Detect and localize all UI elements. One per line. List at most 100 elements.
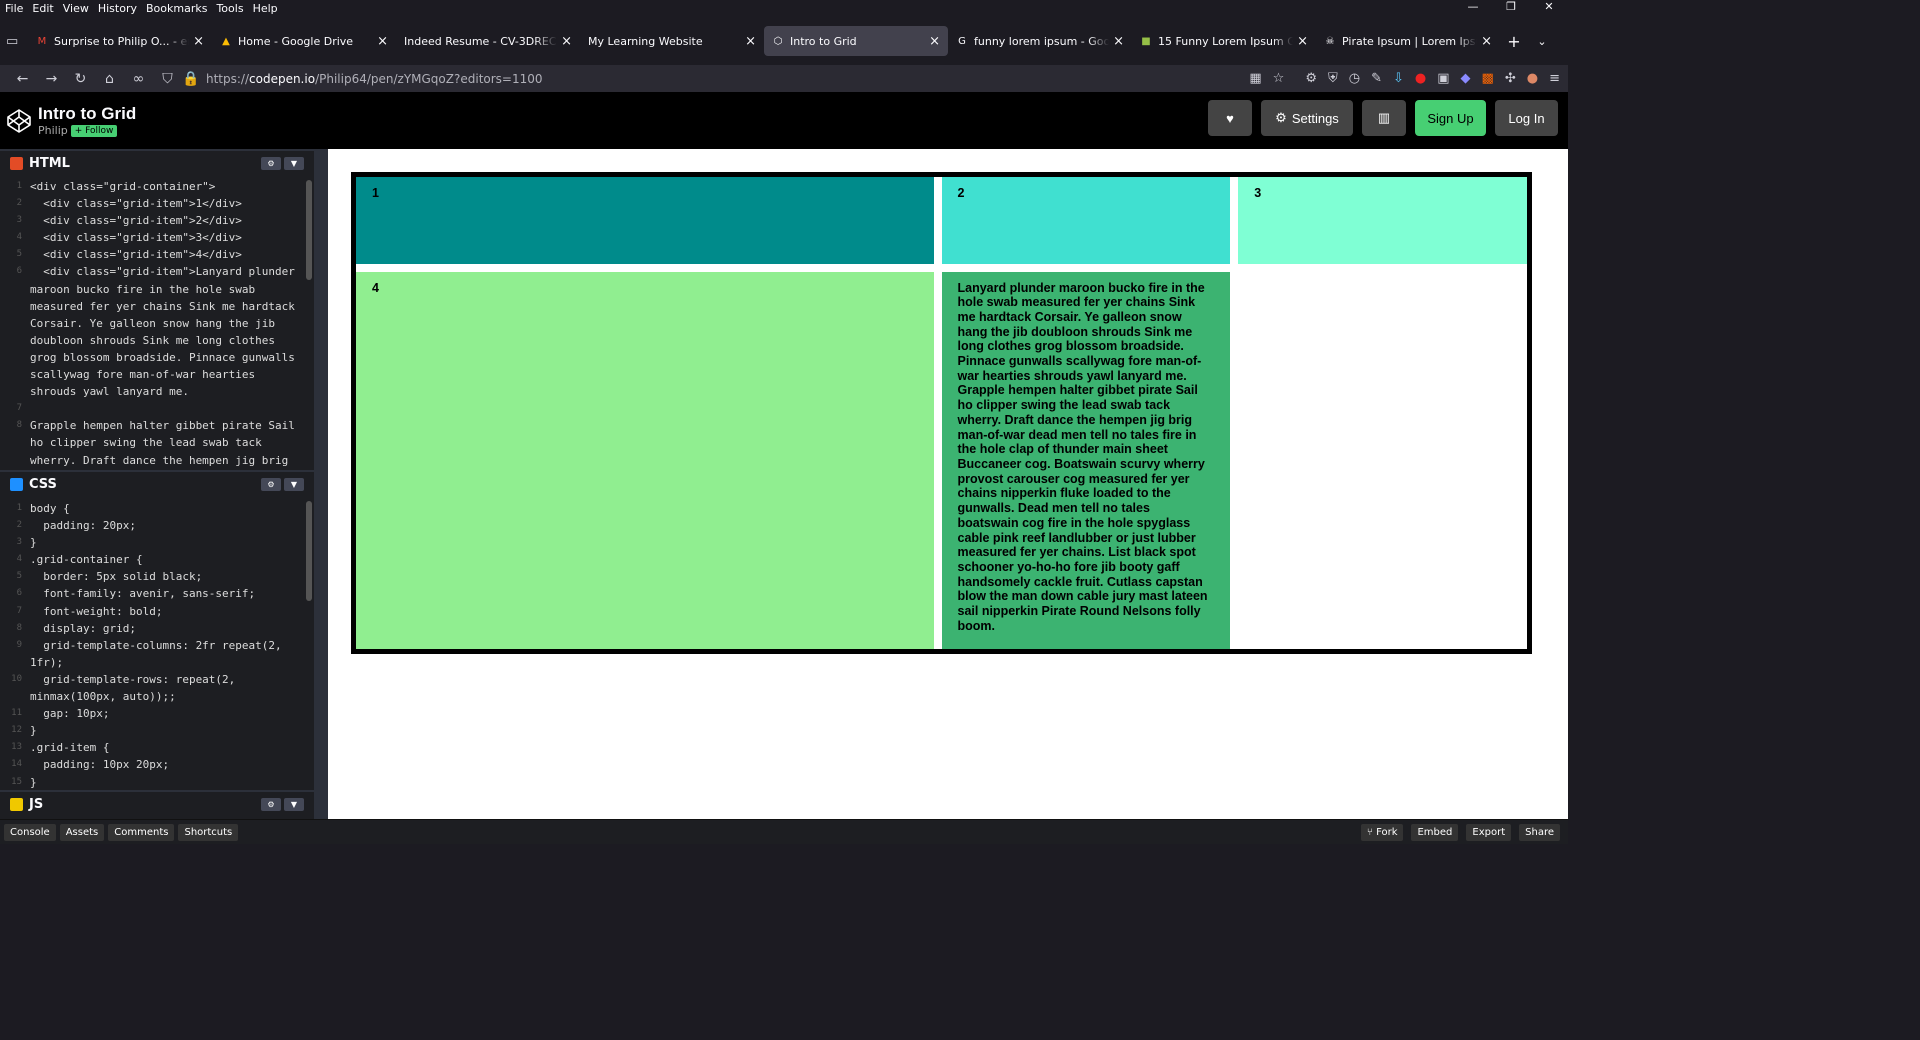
line-number: 11 <box>11 708 22 719</box>
menu-bookmarks[interactable]: Bookmarks <box>146 2 207 15</box>
heart-button[interactable]: ♥ <box>1208 100 1252 136</box>
tab-gmail[interactable]: MSurprise to Philip O... - emuban× <box>28 26 212 56</box>
shortcuts-button[interactable]: Shortcuts <box>178 823 239 841</box>
back-icon[interactable]: ← <box>8 71 37 87</box>
avatar[interactable]: ● <box>1527 71 1538 86</box>
star-icon[interactable]: ☆ <box>1273 71 1285 86</box>
close-tab-icon[interactable]: × <box>377 34 388 49</box>
follow-button[interactable]: + Follow <box>70 124 118 137</box>
qr-icon[interactable]: ▦ <box>1249 71 1261 86</box>
tab-list-icon[interactable]: ▭ <box>6 34 28 49</box>
html-code-editor[interactable]: 1 <div class="grid-container"> 2 <div clas… <box>0 176 314 470</box>
close-tab-icon[interactable]: × <box>193 34 204 49</box>
tab-funny-lorem[interactable]: ■15 Funny Lorem Ipsum Generat× <box>1132 26 1316 56</box>
codepen-header: Intro to Grid Philip + Follow ♥ ⚙ Settings… <box>0 92 1568 149</box>
line-number <box>0 349 30 366</box>
puzzle-icon[interactable]: ✣ <box>1505 71 1516 86</box>
html-code-line: 6 <div class="grid-item">Lanyard plunder <box>0 263 314 280</box>
grid-item-2: 2 <box>941 177 1231 264</box>
css-code-editor[interactable]: 1 body {2 padding: 20px; 3} 4 .grid-containe… <box>0 497 314 790</box>
line-number <box>0 366 30 383</box>
extension-screen-icon[interactable]: ▣ <box>1437 71 1449 86</box>
extension-badge-icon[interactable]: ◆ <box>1461 71 1471 86</box>
gear-icon[interactable]: ⚙ <box>261 157 281 170</box>
close-tab-icon[interactable]: × <box>561 34 572 49</box>
log-in-button[interactable]: Log In <box>1495 100 1558 136</box>
code-text: ho clipper swing the lead swab tack <box>30 436 262 450</box>
close-window-button[interactable]: ✕ <box>1530 0 1568 13</box>
menu-history[interactable]: History <box>98 2 137 15</box>
fork-button[interactable]: ⑂ Fork <box>1360 823 1404 841</box>
line-number: 12 <box>11 725 22 736</box>
export-button[interactable]: Export <box>1466 823 1512 841</box>
tab-drive[interactable]: ▲ Home - Google Drive × <box>212 26 396 56</box>
gear-icon[interactable]: ⚙ <box>261 798 281 811</box>
extension-red-icon[interactable]: ● <box>1415 71 1426 86</box>
code-text: minmax(100px, auto));; <box>30 690 176 704</box>
shield-icon[interactable]: ⛉ <box>153 71 182 87</box>
line-number: 13 <box>11 742 22 753</box>
tab-bar: ▭ MSurprise to Philip O... - emuban× ▲Ho… <box>0 17 1568 65</box>
menu-view[interactable]: View <box>63 2 89 15</box>
header-buttons: ♥ ⚙ Settings ▥ Sign Up Log In <box>1208 100 1558 136</box>
tab-intro-to-grid[interactable]: ⬡ Intro to Grid × <box>764 26 948 56</box>
comments-button[interactable]: Comments <box>108 823 175 841</box>
restore-button[interactable]: ❐ <box>1492 0 1530 13</box>
url-bar[interactable]: https://codepen.io/Philip64/pen/zYMGqoZ?… <box>206 72 543 86</box>
embed-button[interactable]: Embed <box>1411 823 1459 841</box>
console-button[interactable]: Console <box>4 823 56 841</box>
html-code-line: shrouds yawl lanyard me. <box>0 383 314 400</box>
new-tab-icon[interactable]: + <box>1500 32 1528 51</box>
html-icon <box>10 157 23 170</box>
menu-file[interactable]: File <box>5 2 23 15</box>
sign-up-button[interactable]: Sign Up <box>1415 100 1486 136</box>
code-text: font-weight: bold; <box>30 604 163 618</box>
share-button[interactable]: Share <box>1519 823 1560 841</box>
wrench-icon[interactable]: ✎ <box>1371 71 1382 86</box>
private-mask-icon[interactable]: ∞ <box>124 71 153 87</box>
codepen-logo-icon[interactable] <box>6 108 32 134</box>
pocket-icon[interactable]: ⛨ <box>1328 71 1338 86</box>
resize-handle[interactable] <box>314 149 328 819</box>
codepen-icon: ⬡ <box>773 35 783 47</box>
download-icon[interactable]: ⇩ <box>1393 71 1404 86</box>
assets-button[interactable]: Assets <box>59 823 105 841</box>
extension-orange-icon[interactable]: ▩ <box>1482 71 1494 86</box>
menu-help[interactable]: Help <box>253 2 278 15</box>
tab-pirate-ipsum[interactable]: ☠Pirate Ipsum | Lorem Ipsum Ger× <box>1316 26 1500 56</box>
code-text: <div class="grid-item">2</div> <box>30 214 242 228</box>
css-code-line: 1fr); <box>0 654 314 671</box>
code-text: maroon bucko fire in the hole swab <box>30 282 256 296</box>
settings-button[interactable]: ⚙ Settings <box>1261 100 1353 136</box>
chevron-down-icon[interactable]: ▼ <box>284 157 304 170</box>
gear-icon[interactable]: ⚙ <box>1305 71 1317 86</box>
minimize-button[interactable]: — <box>1454 0 1492 13</box>
layout-button[interactable]: ▥ <box>1362 100 1406 136</box>
home-icon[interactable]: ⌂ <box>95 71 124 87</box>
css-scrollbar[interactable] <box>306 501 312 601</box>
forward-icon[interactable]: → <box>37 71 66 87</box>
chevron-down-icon[interactable]: ⌄ <box>1528 35 1556 48</box>
close-tab-icon[interactable]: × <box>1481 34 1492 49</box>
html-code-line: measured fer yer chains Sink me hardtack <box>0 298 314 315</box>
code-text: grid-template-columns: 2fr repeat(2, <box>30 638 282 652</box>
close-tab-icon[interactable]: × <box>745 34 756 49</box>
close-tab-icon[interactable]: × <box>1113 34 1124 49</box>
reload-icon[interactable]: ↻ <box>66 71 95 87</box>
html-scrollbar[interactable] <box>306 180 312 280</box>
pen-author[interactable]: Philip <box>38 124 68 137</box>
code-text: .grid-container { <box>30 553 143 567</box>
close-tab-icon[interactable]: × <box>929 34 940 49</box>
chevron-down-icon[interactable]: ▼ <box>284 478 304 491</box>
pen-title[interactable]: Intro to Grid <box>38 104 136 124</box>
tab-google-search[interactable]: Gfunny lorem ipsum - Google Se× <box>948 26 1132 56</box>
clock-icon[interactable]: ◷ <box>1349 71 1360 86</box>
close-tab-icon[interactable]: × <box>1297 34 1308 49</box>
gear-icon[interactable]: ⚙ <box>261 478 281 491</box>
tab-indeed[interactable]: Indeed Resume - CV-3DRECRUIT_LI× <box>396 26 580 56</box>
chevron-down-icon[interactable]: ▼ <box>284 798 304 811</box>
menu-tools[interactable]: Tools <box>216 2 243 15</box>
tab-learning[interactable]: My Learning Website × <box>580 26 764 56</box>
menu-icon[interactable]: ≡ <box>1549 71 1560 86</box>
menu-edit[interactable]: Edit <box>32 2 53 15</box>
